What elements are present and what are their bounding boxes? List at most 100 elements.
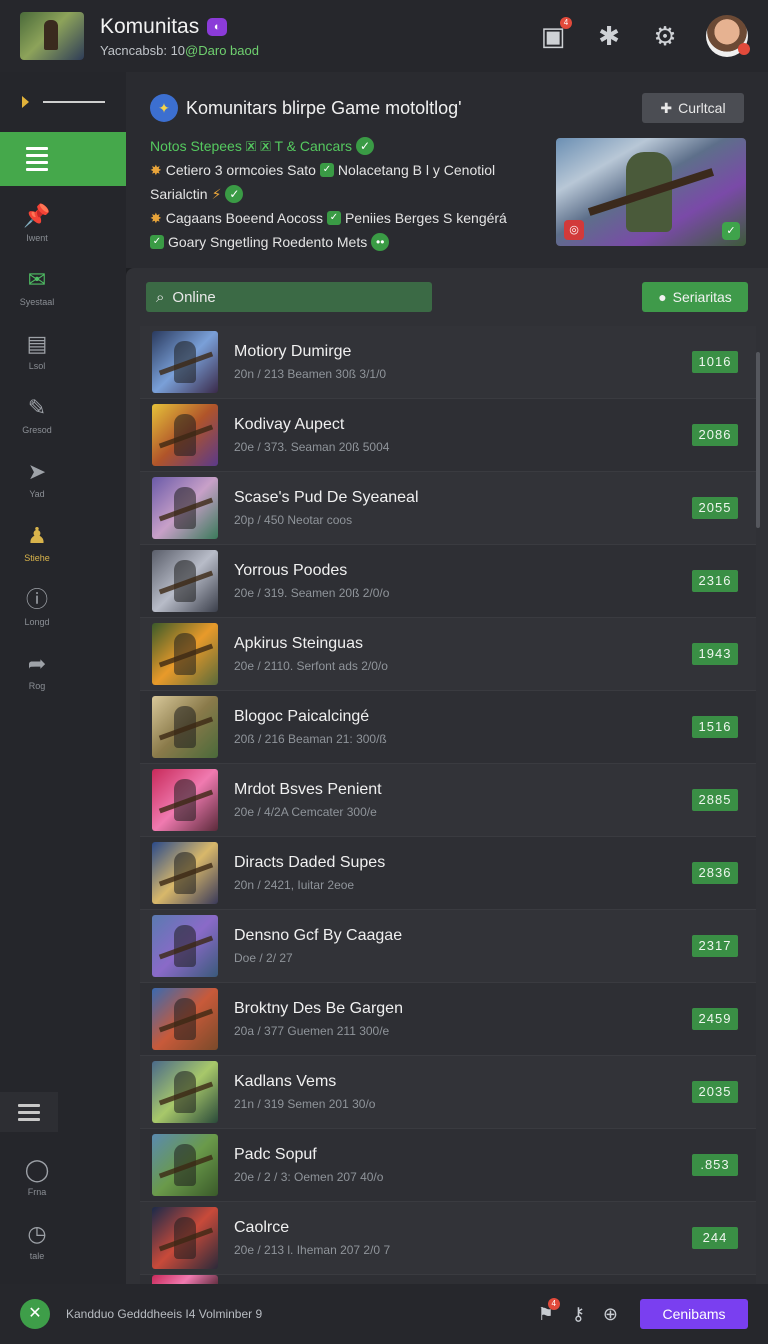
community-hero: ✦ Komunitars blirpe Game motoltlog' ✚ Cu… (126, 72, 768, 268)
sidebar-item-menu[interactable] (0, 132, 126, 186)
check-icon[interactable]: ✓ (722, 222, 740, 240)
check-icon: ✓ (356, 137, 374, 155)
app-logo[interactable] (20, 12, 84, 60)
avatar-status-dot (738, 43, 750, 55)
sidebar-item-pin[interactable]: 📌 Iwent (0, 192, 74, 256)
search-box[interactable]: ⌕ (146, 282, 432, 312)
game-row[interactable]: Diracts Daded Supes 20n / 2421, Iuitar 2e… (140, 837, 756, 910)
hero-line-text: Goary Sngetling Roedento Mets (168, 234, 368, 250)
sidebar-item-label: Syestaal (19, 297, 55, 307)
score-badge: 1943 (692, 643, 738, 665)
game-title: Padc Sopuf (234, 1146, 317, 1163)
sidebar-item-clock[interactable]: ◷ tale (0, 1210, 74, 1274)
score-badge: 2885 (692, 789, 738, 811)
community-icon: ✦ (150, 94, 178, 122)
game-title: Mrdot Bsves Penient (234, 781, 382, 798)
avatar[interactable] (706, 15, 750, 57)
game-thumbnail (152, 696, 218, 758)
game-row[interactable]: Scase's Pud De Syeaneal 20p / 450 Neotar … (140, 472, 756, 545)
game-thumbnail (152, 842, 218, 904)
filter-button[interactable]: ● Seriaritas (642, 282, 748, 312)
score-badge: 2035 (692, 1081, 738, 1103)
title-block: Komunitas ◐ Yacncabsb: 10@Daro baod (100, 15, 259, 58)
settings-small-icon[interactable]: ⊕ (603, 1304, 618, 1325)
status-check-icon[interactable]: ✕ (20, 1299, 50, 1329)
game-title: Broktny Des Be Gargen (234, 1000, 403, 1017)
game-row[interactable]: Caolrce 20e / 213 l. Iheman 207 2/0 7 244 (140, 1202, 756, 1275)
primary-action-button[interactable]: Cenibams (640, 1299, 748, 1329)
share-icon: ➦ (27, 651, 47, 676)
top-bar: Komunitas ◐ Yacncabsb: 10@Daro baod ▣ 4 ✱… (0, 0, 768, 72)
record-icon[interactable]: ◎ (564, 220, 584, 240)
play-icon (22, 96, 29, 108)
hero-artwork[interactable]: ◎ ✓ (556, 138, 746, 246)
score-badge: 2459 (692, 1008, 738, 1030)
game-row[interactable]: Yorrous Poodes 20e / 319. Seamen 20ß 2/0/… (140, 545, 756, 618)
hero-line: Notos Stepees 🗷 🗷 T & Cancars ✓ (150, 134, 520, 158)
game-title: Motiory Dumirge (234, 343, 352, 360)
gift-icon[interactable]: ▣ 4 (538, 17, 572, 51)
puzzle-icon[interactable]: ✱ (594, 21, 624, 51)
star-icon: ✸ (150, 161, 162, 178)
sidebar-item-panel[interactable]: ▤ Lsol (0, 320, 74, 384)
sidebar: 📌 Iwent ✉ Syestaal ▤ Lsol ✎ Gresod ➤ Yad… (0, 72, 126, 1284)
hero-line-text: Nolacetang B l y Cenotiol (337, 162, 496, 178)
sidebar-item-user[interactable]: ♟ Stiehe (0, 512, 74, 576)
game-meta: 20e / 213 l. Iheman 207 2/0 7 (234, 1243, 391, 1257)
game-thumbnail (152, 769, 218, 831)
score-badge: 2317 (692, 935, 738, 957)
sidebar-item-label: tale (29, 1251, 45, 1261)
hero-title: Komunitars blirpe Game motoltlog' (186, 97, 462, 118)
chat-badge-icon[interactable]: ◐ (207, 17, 228, 36)
gear-icon[interactable]: ⚙ (650, 21, 680, 51)
game-row[interactable]: Broktny Des Be Gargen 20a / 377 Guemen 21… (140, 983, 756, 1056)
game-thumbnail (152, 1134, 218, 1196)
list-scrollbar[interactable] (756, 352, 760, 528)
game-row[interactable]: Densno Gcf By Caagae Doe / 2/ 27 2317 (140, 910, 756, 983)
sidebar-item-wrench[interactable]: ✎ Gresod (0, 384, 74, 448)
sidebar-item-share[interactable]: ➦ Rog (0, 640, 74, 704)
sidebar-item-label: Gresod (22, 425, 52, 435)
game-row[interactable]: Kadlans Vems 21n / 319 Semen 201 30/o 203… (140, 1056, 756, 1129)
game-title: Caolrce (234, 1219, 290, 1236)
sidebar-collapse-toggle[interactable] (0, 72, 126, 132)
hero-action-button[interactable]: ✚ Curltcal (642, 93, 744, 123)
game-thumbnail (152, 623, 218, 685)
game-meta: 20n / 213 Beamen 30ß 3/1/0 (234, 367, 387, 381)
hero-line: ✓ Goary Sngetling Roedento Mets •• (150, 230, 520, 254)
sidebar-item-circle[interactable]: ◯ Frna (0, 1146, 74, 1210)
bolt-icon: ⚡ (211, 185, 222, 202)
key-icon[interactable]: ⚷ (572, 1304, 585, 1325)
game-meta: 20e / 2 / 3: Oemen 207 40/o (234, 1170, 384, 1184)
sidebar-menu-button[interactable] (0, 1092, 58, 1132)
game-row[interactable]: Padc Sopuf 20e / 2 / 3: Oemen 207 40/o .8… (140, 1129, 756, 1202)
search-input[interactable] (172, 288, 413, 306)
flag-icon[interactable]: ⚑ 4 (538, 1297, 560, 1325)
game-row[interactable]: Kodivay Aupect 20e / 373. Seaman 20ß 5004… (140, 399, 756, 472)
info-icon: ⓘ (25, 587, 48, 612)
wrench-icon: ✎ (27, 395, 47, 420)
score-badge: 1016 (692, 351, 738, 373)
menu-icon (18, 1103, 40, 1121)
sidebar-item-send[interactable]: ➤ Yad (0, 448, 74, 512)
score-badge: 2055 (692, 497, 738, 519)
star-icon: ✸ (150, 209, 162, 226)
game-row[interactable]: Apkirus Steinguas 20e / 2110. Serfont ads… (140, 618, 756, 691)
notification-badge: 4 (560, 17, 572, 29)
game-row[interactable]: Blogoc Paicalcingé 20ß / 216 Beaman 21: 3… (140, 691, 756, 764)
inbox-icon: ✉ (27, 267, 47, 292)
clock-icon: ◷ (27, 1221, 47, 1246)
score-badge: 1516 (692, 716, 738, 738)
game-row[interactable]: Motiory Dumirge 20n / 213 Beamen 30ß 3/1/… (140, 326, 756, 399)
score-badge: 2316 (692, 570, 738, 592)
sidebar-item-label: Iwent (26, 233, 48, 243)
hero-line: Sarialctin ⚡ ✓ (150, 182, 520, 206)
game-row[interactable]: Mrdot Bsves Penient 20e / 4/2A Cemcater 3… (140, 764, 756, 837)
sidebar-item-label: Lsol (28, 361, 46, 371)
sidebar-item-inbox[interactable]: ✉ Syestaal (0, 256, 74, 320)
bottom-bar: ✕ Kandduo Gedddheeis I4 Volminber 9 ⚑ 4 ⚷… (0, 1284, 768, 1344)
pin-icon: 📌 (23, 203, 51, 228)
sidebar-item-info[interactable]: ⓘ Longd (0, 576, 74, 640)
hero-line-text: Sarialctin (150, 186, 208, 202)
subtitle-highlight[interactable]: @Daro baod (185, 43, 259, 58)
